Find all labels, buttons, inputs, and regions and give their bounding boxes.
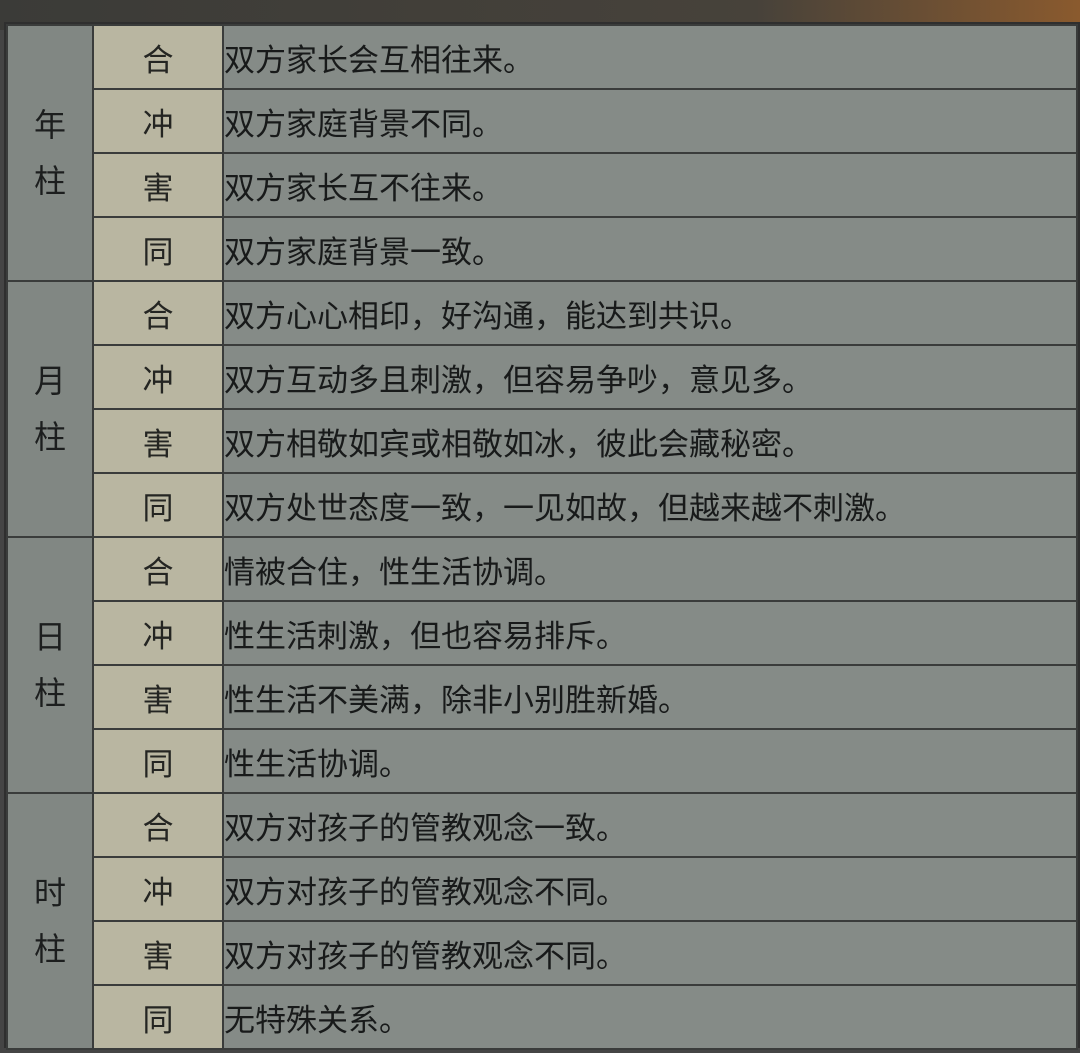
pillar-relation-table: 年柱 合 双方家长会互相往来。 冲 双方家庭背景不同。 害 双方家长互不往来。 … — [6, 24, 1078, 1050]
table-row: 冲 双方对孩子的管教观念不同。 — [7, 856, 1078, 922]
relation-cell: 害 — [92, 408, 224, 474]
table-row: 月柱 合 双方心心相印，好沟通，能达到共识。 — [6, 280, 1078, 538]
table-row: 害 双方对孩子的管教观念不同。 — [7, 920, 1078, 986]
description-cell: 情被合住，性生活协调。 — [222, 536, 1078, 602]
pillar-cell-year: 年柱 — [6, 24, 94, 282]
table-row: 害 双方家长互不往来。 — [7, 152, 1078, 218]
description-cell: 双方互动多且刺激，但容易争吵，意见多。 — [222, 344, 1078, 410]
description-cell: 无特殊关系。 — [222, 984, 1078, 1050]
relation-cell: 冲 — [92, 344, 224, 410]
description-cell: 性生活刺激，但也容易排斥。 — [222, 600, 1078, 666]
description-cell: 双方家长互不往来。 — [222, 152, 1078, 218]
table-row: 冲 双方家庭背景不同。 — [7, 88, 1078, 154]
description-cell: 性生活不美满，除非小别胜新婚。 — [222, 664, 1078, 730]
relation-cell: 冲 — [92, 88, 224, 154]
table-row: 同 双方处世态度一致，一见如故，但越来越不刺激。 — [7, 472, 1078, 538]
relation-cell: 同 — [92, 728, 224, 794]
table-row: 时柱 合 双方对孩子的管教观念一致。 — [6, 792, 1078, 1050]
description-cell: 双方家庭背景一致。 — [222, 216, 1078, 282]
relation-cell: 冲 — [92, 600, 224, 666]
relation-cell: 同 — [92, 216, 224, 282]
relation-cell: 害 — [92, 152, 224, 218]
relation-cell: 合 — [92, 280, 224, 346]
table-row: 年柱 合 双方家长会互相往来。 — [6, 24, 1078, 282]
pillar-cell-hour: 时柱 — [6, 792, 94, 1050]
table-row: 害 性生活不美满，除非小别胜新婚。 — [7, 664, 1078, 730]
pillar-label: 时柱 — [33, 874, 66, 968]
relation-cell: 合 — [92, 536, 224, 602]
description-cell: 性生活协调。 — [222, 728, 1078, 794]
relation-cell: 害 — [92, 920, 224, 986]
relation-cell: 同 — [92, 472, 224, 538]
table-row: 同 性生活协调。 — [7, 728, 1078, 794]
description-cell: 双方家长会互相往来。 — [222, 24, 1078, 90]
description-cell: 双方对孩子的管教观念不同。 — [222, 920, 1078, 986]
document-page: 年柱 合 双方家长会互相往来。 冲 双方家庭背景不同。 害 双方家长互不往来。 … — [0, 0, 1080, 1053]
relation-cell: 冲 — [92, 856, 224, 922]
relation-cell: 合 — [92, 792, 224, 858]
table-row: 冲 性生活刺激，但也容易排斥。 — [7, 600, 1078, 666]
table-row: 日柱 合 情被合住，性生活协调。 — [6, 536, 1078, 794]
pillar-cell-month: 月柱 — [6, 280, 94, 538]
pillar-cell-day: 日柱 — [6, 536, 94, 794]
description-cell: 双方心心相印，好沟通，能达到共识。 — [222, 280, 1078, 346]
relation-cell: 合 — [92, 24, 224, 90]
relation-cell: 害 — [92, 664, 224, 730]
description-cell: 双方相敬如宾或相敬如冰，彼此会藏秘密。 — [222, 408, 1078, 474]
description-cell: 双方对孩子的管教观念一致。 — [222, 792, 1078, 858]
pillar-label: 月柱 — [33, 362, 66, 456]
table-row: 冲 双方互动多且刺激，但容易争吵，意见多。 — [7, 344, 1078, 410]
table-row: 同 无特殊关系。 — [7, 984, 1078, 1050]
description-cell: 双方对孩子的管教观念不同。 — [222, 856, 1078, 922]
pillar-relation-table-frame: 年柱 合 双方家长会互相往来。 冲 双方家庭背景不同。 害 双方家长互不往来。 … — [4, 22, 1080, 1050]
table-row: 同 双方家庭背景一致。 — [7, 216, 1078, 282]
table-row: 害 双方相敬如宾或相敬如冰，彼此会藏秘密。 — [7, 408, 1078, 474]
description-cell: 双方家庭背景不同。 — [222, 88, 1078, 154]
description-cell: 双方处世态度一致，一见如故，但越来越不刺激。 — [222, 472, 1078, 538]
pillar-label: 日柱 — [33, 618, 66, 712]
pillar-label: 年柱 — [33, 106, 66, 200]
relation-cell: 同 — [92, 984, 224, 1050]
